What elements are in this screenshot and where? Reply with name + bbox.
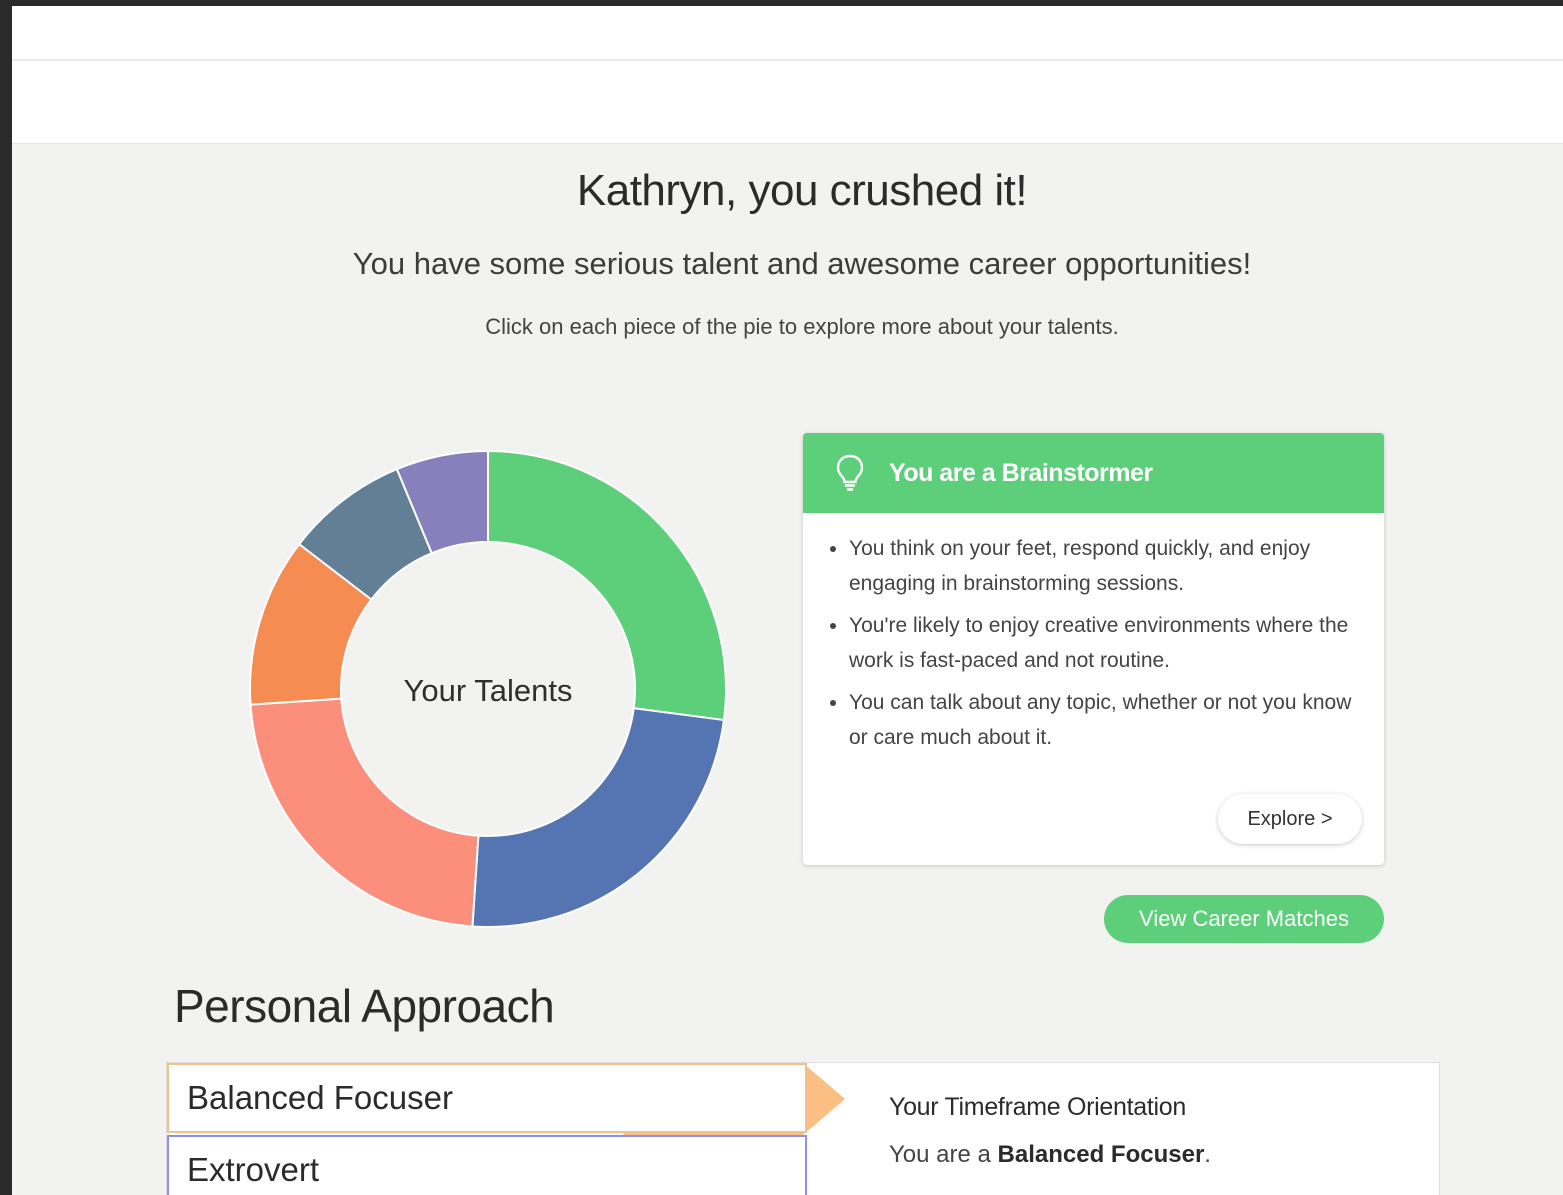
donut-slice[interactable]: [471, 707, 726, 928]
donut-center-label: Your Talents: [403, 673, 573, 708]
donut-slice[interactable]: [249, 697, 480, 928]
talent-bullet: You're likely to enjoy creative environm…: [849, 608, 1354, 678]
user-name-highlight: Kathryn,: [562, 166, 741, 216]
page-headline: Kathryn, you crushed it!: [12, 166, 1563, 216]
headline-text: you crushed it!: [736, 166, 1028, 215]
talent-card-header: You are a Brainstormer: [803, 433, 1384, 513]
personal-approach-title: Personal Approach: [174, 980, 555, 1032]
approach-detail-text: You are a Balanced Focuser.: [889, 1141, 1211, 1169]
lightbulb-icon: [836, 454, 864, 491]
approach-detail-suffix: .: [1204, 1141, 1211, 1168]
top-nav-bar: [12, 6, 1563, 144]
approach-row-label: Balanced Focuser: [187, 1079, 453, 1116]
talents-donut-chart: Your Talents: [245, 446, 731, 932]
page-subtitle: You have some serious talent and awesome…: [352, 246, 1252, 281]
user-name: Kathryn,: [576, 166, 737, 215]
approach-detail-prefix: You are a: [889, 1141, 998, 1168]
app-frame: Kathryn, you crushed it! You have some s…: [12, 6, 1563, 1195]
personal-approach-panel: Balanced Focuser Extrovert Your Timefram…: [166, 1062, 1440, 1195]
approach-row-balanced-focuser[interactable]: Balanced Focuser: [167, 1063, 807, 1133]
pie-instructions: Click on each piece of the pie to explor…: [485, 314, 1119, 339]
talent-bullet: You can talk about any topic, whether or…: [849, 685, 1354, 755]
explore-button[interactable]: Explore >: [1218, 794, 1362, 844]
talent-bullet-list: You think on your feet, respond quickly,…: [803, 513, 1384, 755]
talent-card-title: You are a Brainstormer: [889, 458, 1153, 487]
talent-bullet: You think on your feet, respond quickly,…: [849, 531, 1354, 601]
approach-detail-title: Your Timeframe Orientation: [889, 1093, 1186, 1121]
view-career-matches-button[interactable]: View Career Matches: [1104, 895, 1384, 943]
nav-divider: [12, 59, 1563, 61]
approach-detail-value: Balanced Focuser: [997, 1141, 1205, 1168]
talent-card: You are a Brainstormer You think on your…: [803, 433, 1384, 865]
approach-row-label: Extrovert: [187, 1151, 320, 1188]
approach-row-extrovert[interactable]: Extrovert: [167, 1135, 807, 1195]
